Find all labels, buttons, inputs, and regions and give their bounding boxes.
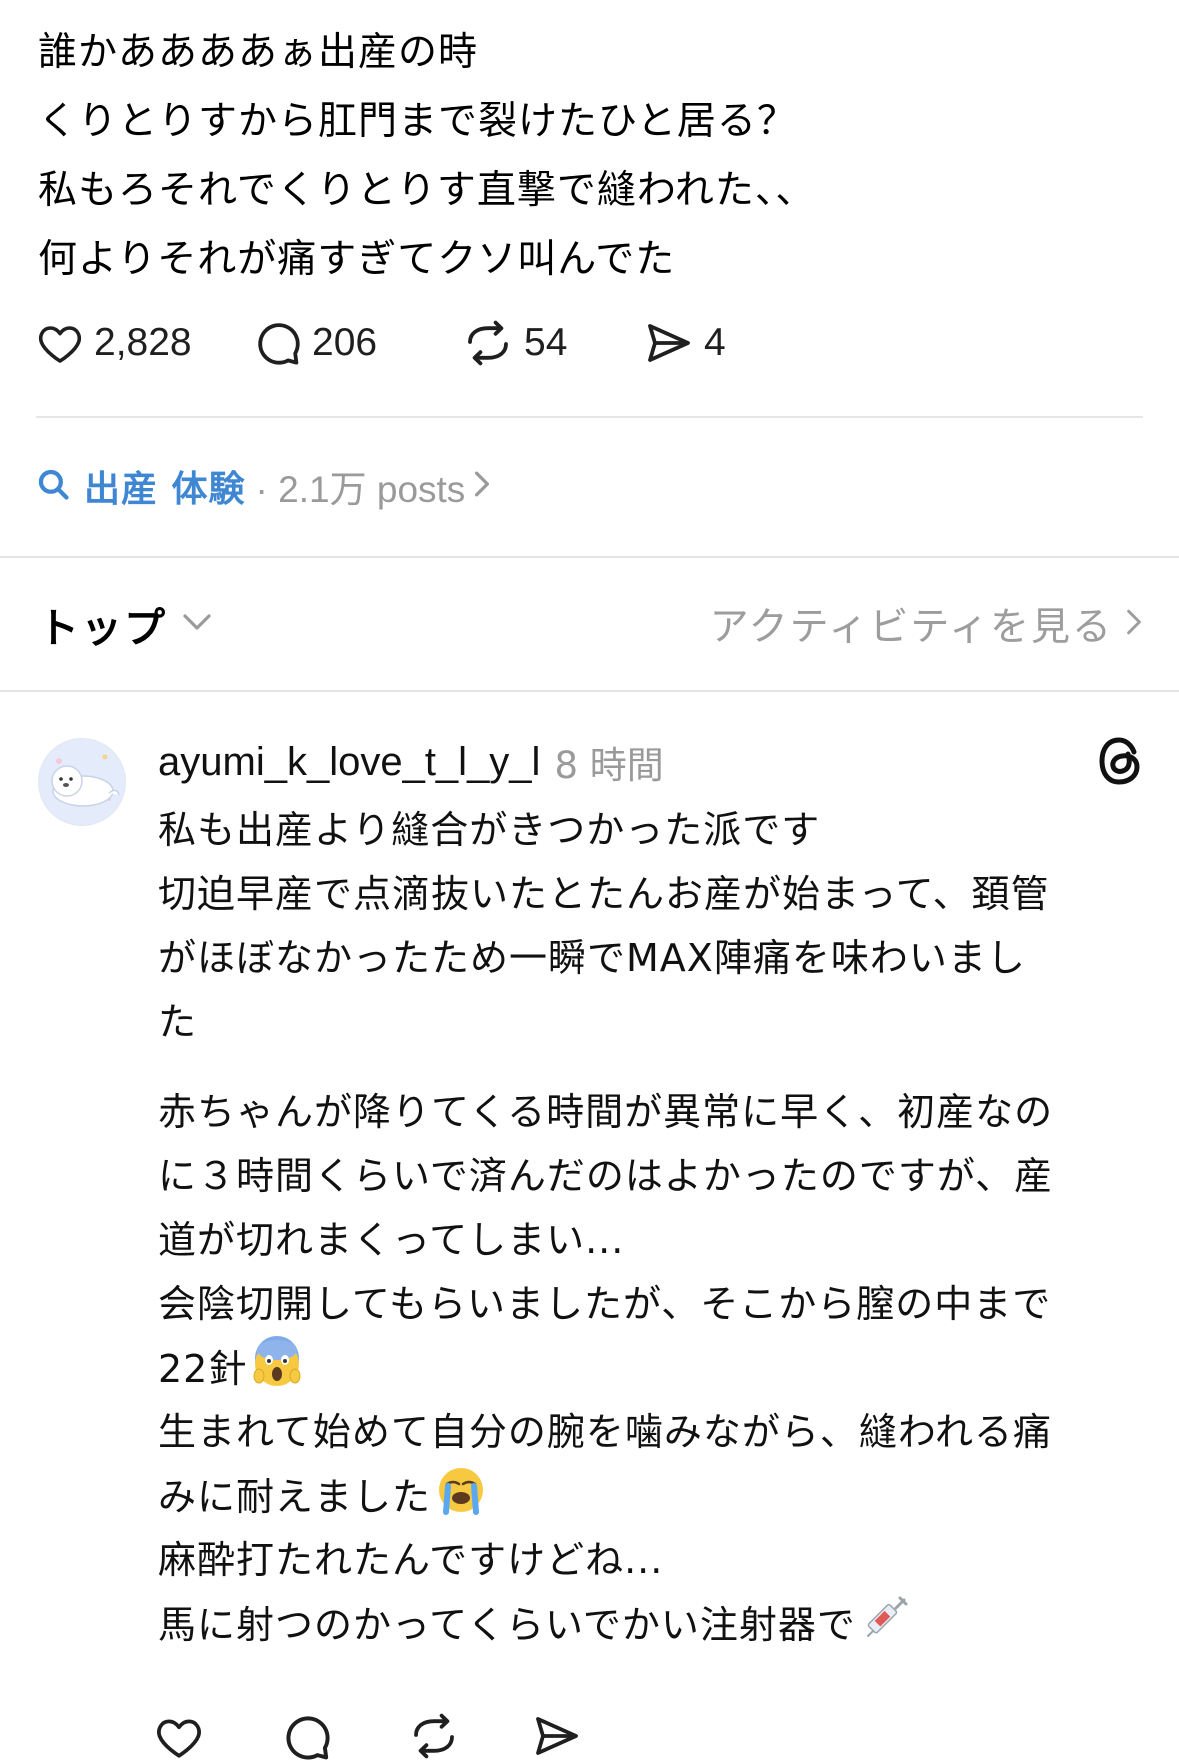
repost-button[interactable]: 54 [462,319,644,367]
reply-line-text: 馬に射つのかってくらいでかい注射器で [158,1603,856,1647]
heart-icon [154,1712,204,1762]
search-icon [36,467,70,505]
repost-icon [462,319,514,367]
send-icon [532,1712,582,1760]
syringe-emoji-icon [860,1592,912,1663]
reply-line: 馬に射つのかってくらいでかい注射器で [158,1592,1148,1656]
section-divider [0,690,1179,692]
threads-logo-icon[interactable] [1097,736,1143,790]
reply-like-button[interactable] [154,1712,282,1762]
reply-actions [154,1712,612,1762]
section-divider [0,556,1179,558]
reply-text: 私も出産より縫合がきつかった派です 切迫早産で点滴抜いたとたんお産が始まって、頚… [158,798,1148,1656]
divider [36,416,1143,418]
post-line: くりとりすから肛門まで裂けたひと居る？ [38,99,797,144]
share-count: 4 [704,321,726,364]
reply-line: がほぼなかったため一瞬でMAX陣痛を味わいまし [158,936,1026,980]
reply-timestamp: 8 時間 [554,744,664,787]
reply-reply-button[interactable] [282,1712,408,1762]
sort-dropdown[interactable]: トップ [38,592,213,656]
heart-icon [36,319,84,367]
reply-share-button[interactable] [532,1712,612,1760]
reply-header: ayumi_k_love_t_l_y_l 8 時間 [158,732,1143,792]
reply-line: 赤ちゃんが降りてくる時間が異常に早く、初産なの [158,1090,1054,1134]
reply-line: に３時間くらいで済んだのはよかったのですが、産 [158,1154,1054,1198]
reply-line: 道が切れまくってしまい... [158,1218,625,1262]
topic-label: 出産 体験 [84,469,246,510]
post-line: 私もろそれでくりとりす直撃で縫われた、、 [38,168,816,213]
speech-bubble-icon [282,1712,332,1762]
like-button[interactable]: 2,828 [36,319,254,367]
reply-line: た [158,1000,198,1044]
post-actions: 2,828 206 54 4 [36,308,764,378]
reply-line-text: 22針 [158,1347,248,1391]
reply-line: 生まれて始めて自分の腕を噛みながら、縫われる痛 [158,1410,1052,1454]
crying-emoji-icon [435,1464,487,1535]
reply-count: 206 [312,321,378,364]
reply-line: 私も出産より縫合がきつかった派です [158,808,821,852]
reply-line: 会陰切開してもらいましたが、そこから膣の中まで [158,1282,1052,1326]
view-activity-link[interactable]: アクティビティを見る [710,592,1143,656]
repost-count: 54 [524,321,568,364]
send-icon [644,319,694,367]
reply-line: みに耐えました [158,1464,1148,1528]
reply-button[interactable]: 206 [254,319,462,367]
chevron-right-icon [1125,606,1143,642]
reply-repost-button[interactable] [408,1712,532,1760]
chevron-right-icon [473,469,491,503]
scream-emoji-icon [251,1336,303,1407]
topic-post-count: · 2.1万 posts [255,469,466,510]
post-line: 何よりそれが痛すぎてクソ叫んでた [38,237,676,282]
reply-line: 22針 [158,1336,1148,1400]
repost-icon [408,1712,460,1760]
avatar[interactable] [38,738,126,826]
chevron-down-icon [181,612,213,636]
reply-username[interactable]: ayumi_k_love_t_l_y_l [158,740,540,785]
post-text: 誰かああああぁ出産の時 くりとりすから肛門まで裂けたひと居る？ 私もろそれでくり… [38,18,1138,294]
view-activity-label: アクティビティを見る [709,605,1113,650]
reply-line: 切迫早産で点滴抜いたとたんお産が始まって、頚管 [158,872,1050,916]
like-count: 2,828 [94,321,192,364]
reply-line: 麻酔打たれたんですけどね... [158,1538,664,1582]
sort-bar: トップ アクティビティを見る [38,592,1143,656]
reply-line-text: みに耐えました [158,1475,432,1519]
post-line: 誰かああああぁ出産の時 [38,30,479,75]
share-button[interactable]: 4 [644,319,764,367]
sort-label: トップ [38,604,167,652]
speech-bubble-icon [254,319,302,367]
topic-link[interactable]: 出産 体験 · 2.1万 posts [36,458,491,514]
